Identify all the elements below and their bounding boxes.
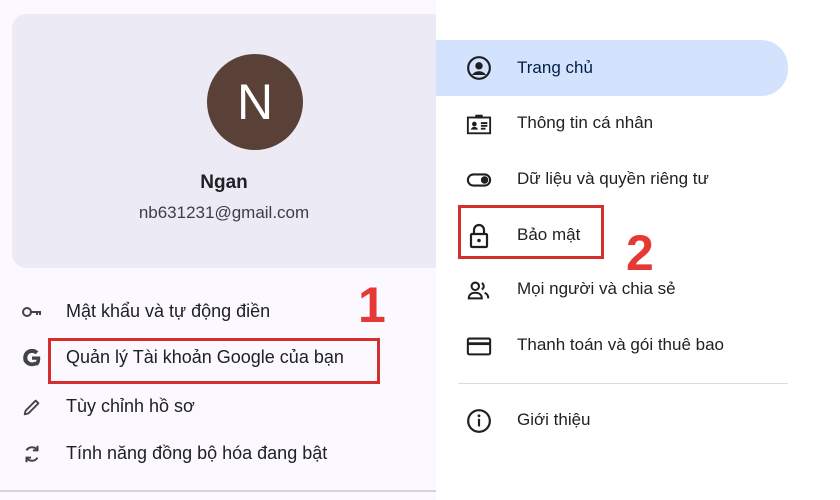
people-icon: [466, 277, 492, 303]
nav-item-data-privacy[interactable]: Dữ liệu và quyền riêng tư: [436, 152, 788, 206]
profile-email: nb631231@gmail.com: [138, 203, 310, 222]
account-circle-icon: [466, 55, 492, 81]
nav-item-personal-info[interactable]: Thông tin cá nhân: [436, 96, 788, 150]
sync-icon: [20, 442, 44, 466]
menu-item-label: Tùy chỉnh hồ sơ: [66, 396, 195, 416]
menu-item-label: Mật khẩu và tự động điền: [66, 301, 271, 321]
google-g-icon: [20, 346, 44, 370]
divider: [458, 383, 788, 384]
nav-item-people-sharing[interactable]: Mọi người và chia sẻ: [436, 262, 788, 316]
menu-item-customize-profile[interactable]: Tùy chỉnh hồ sơ: [12, 387, 432, 427]
step-number-2: 2: [626, 225, 654, 281]
info-icon: [466, 408, 492, 434]
profile-card: [12, 14, 436, 268]
highlight-box-step-2: [458, 205, 604, 259]
menu-item-label: Tính năng đồng bộ hóa đang bật: [66, 443, 328, 463]
toggle-icon: [466, 167, 492, 193]
id-card-icon: [466, 111, 492, 137]
nav-item-label: Giới thiệu: [517, 410, 591, 429]
profile-menu-panel: N Ngan nb631231@gmail.com Mật khẩu và tự…: [0, 0, 436, 500]
profile-name: Ngan: [200, 172, 248, 193]
nav-item-label: Thông tin cá nhân: [517, 113, 654, 132]
key-icon: [20, 300, 44, 324]
highlight-box-step-1: [48, 338, 380, 384]
nav-item-home[interactable]: Trang chủ: [436, 40, 788, 96]
avatar[interactable]: N: [207, 54, 303, 150]
nav-item-label: Mọi người và chia sẻ: [517, 279, 676, 298]
divider: [0, 490, 436, 492]
pencil-icon: [20, 395, 44, 419]
nav-item-label: Thanh toán và gói thuê bao: [517, 335, 724, 354]
nav-item-about[interactable]: Giới thiệu: [436, 393, 788, 447]
credit-card-icon: [466, 333, 492, 359]
nav-item-label: Dữ liệu và quyền riêng tư: [517, 169, 709, 188]
nav-item-payments-subscriptions[interactable]: Thanh toán và gói thuê bao: [436, 318, 788, 372]
menu-item-sync-on[interactable]: Tính năng đồng bộ hóa đang bật: [12, 434, 432, 474]
nav-item-label: Trang chủ: [517, 58, 593, 77]
step-number-1: 1: [358, 277, 386, 333]
